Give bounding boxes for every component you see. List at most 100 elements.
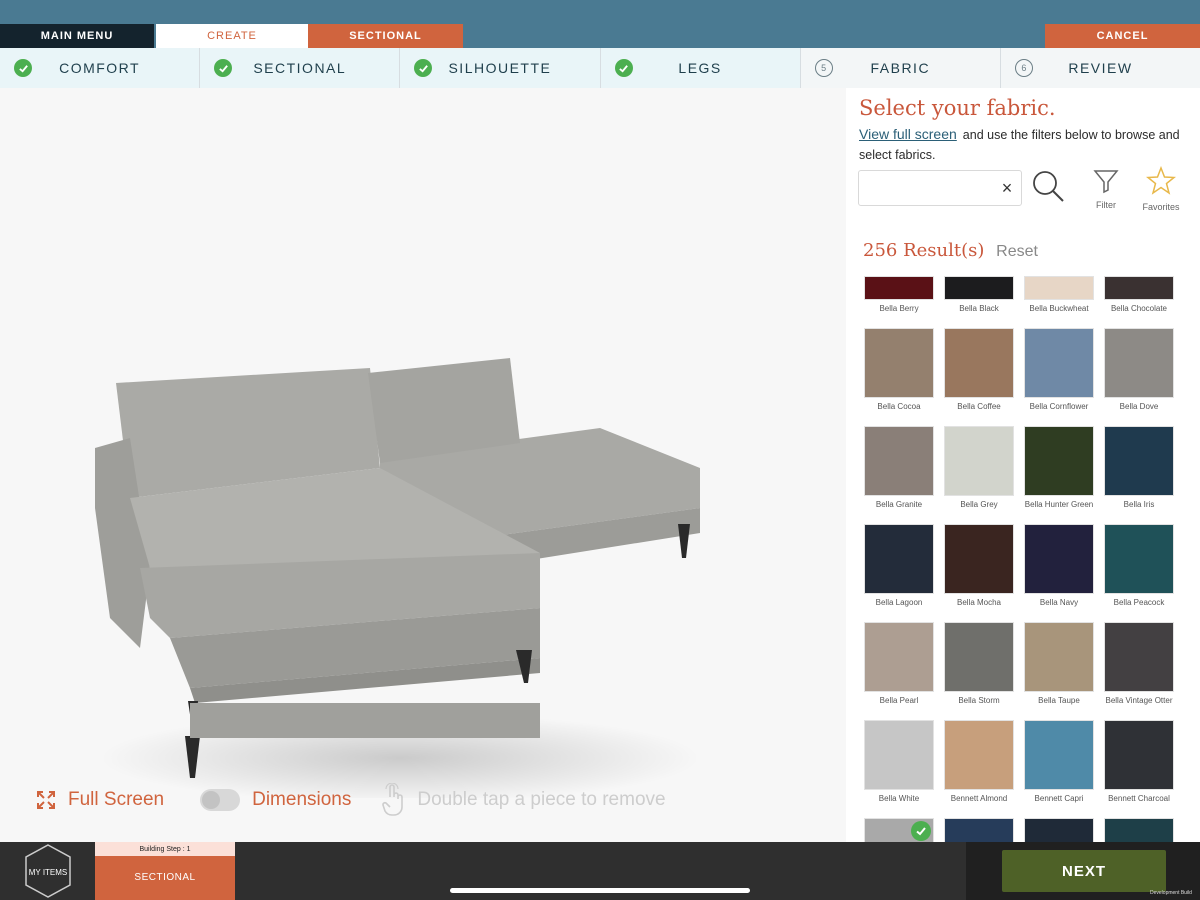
fabric-swatch[interactable]: Bella Navy: [1024, 524, 1094, 622]
swatch-color: [864, 524, 934, 594]
swatch-label: Bella Iris: [1123, 500, 1155, 509]
fabric-swatch[interactable]: Bella Black: [944, 276, 1014, 328]
step-sectional[interactable]: SECTIONAL: [200, 48, 401, 88]
swatch-label: Bella Cocoa: [877, 402, 921, 411]
swatch-row: Bella Lagoon Bella Mocha Bella Navy Bella P…: [864, 524, 1180, 622]
fabric-swatch[interactable]: Bennett Charcoal: [1104, 720, 1174, 818]
step-label: SECTIONAL: [253, 60, 347, 76]
full-screen-button[interactable]: Full Screen: [36, 789, 164, 811]
step-label: REVIEW: [1068, 60, 1133, 76]
swatch-label: Bella Dove: [1119, 402, 1159, 411]
fabric-swatch[interactable]: [864, 818, 934, 842]
swatch-color: [864, 622, 934, 692]
create-tab[interactable]: CREATE: [156, 24, 308, 48]
fabric-swatch[interactable]: [1104, 818, 1174, 842]
swatch-row: Bella Cocoa Bella Coffee Bella Cornflower B…: [864, 328, 1180, 426]
swatch-row: Bella Pearl Bella Storm Bella Taupe Bella V…: [864, 622, 1180, 720]
app-root: MAIN MENU CREATE SECTIONAL CANCEL COMFOR…: [0, 0, 1200, 900]
my-items-button[interactable]: MY ITEMS: [20, 842, 76, 900]
step-fabric[interactable]: 5 FABRIC: [800, 48, 1001, 88]
fabric-swatch[interactable]: Bella Peacock: [1104, 524, 1174, 622]
my-items-label: MY ITEMS: [29, 868, 68, 877]
swatch-label: Bella Lagoon: [875, 598, 923, 607]
fabric-swatch[interactable]: Bella Taupe: [1024, 622, 1094, 720]
fabric-swatch[interactable]: Bella Vintage Otter: [1104, 622, 1174, 720]
search-icon[interactable]: [1030, 168, 1066, 204]
check-icon: [14, 59, 32, 77]
sofa-model[interactable]: [80, 338, 720, 798]
fabric-swatch[interactable]: Bella Buckwheat: [1024, 276, 1094, 328]
cancel-button[interactable]: CANCEL: [1045, 24, 1200, 48]
reset-button[interactable]: Reset: [996, 243, 1038, 260]
swatch-color: [944, 818, 1014, 842]
building-step-indicator[interactable]: Building Step : 1 SECTIONAL: [95, 842, 235, 900]
double-tap-label: Double tap a piece to remove: [417, 789, 666, 810]
swatch-color: [1104, 328, 1174, 398]
results-number: 256: [863, 240, 898, 261]
swatch-color: [1104, 720, 1174, 790]
dimensions-toggle-group[interactable]: Dimensions: [164, 789, 351, 811]
fabric-swatch[interactable]: Bella Cornflower: [1024, 328, 1094, 426]
swatch-color: [1024, 328, 1094, 398]
double-tap-hint: Double tap a piece to remove: [381, 783, 666, 817]
sectional-tab[interactable]: SECTIONAL: [308, 24, 463, 48]
swatch-color: [944, 328, 1014, 398]
swatch-row: Bella White Bennett Almond Bennett Capri Be…: [864, 720, 1180, 818]
check-icon: [414, 59, 433, 77]
3d-viewer[interactable]: Full Screen Dimensions Double tap a piec…: [0, 88, 846, 842]
fabric-swatch[interactable]: [944, 818, 1014, 842]
step-legs[interactable]: LEGS: [600, 48, 801, 88]
swatch-color: [864, 328, 934, 398]
fabric-swatch[interactable]: Bella White: [864, 720, 934, 818]
swatch-color: [1024, 524, 1094, 594]
swatch-label: Bella White: [878, 794, 920, 803]
fabric-swatch[interactable]: Bennett Capri: [1024, 720, 1094, 818]
fabric-swatch[interactable]: Bella Chocolate: [1104, 276, 1174, 328]
view-full-screen-link[interactable]: View full screen: [859, 126, 957, 142]
swatch-label: Bella Berry: [879, 304, 919, 313]
step-label: LEGS: [678, 60, 722, 76]
fabric-swatch[interactable]: Bella Lagoon: [864, 524, 934, 622]
swatch-color: [1104, 818, 1174, 842]
fabric-swatch[interactable]: Bella Mocha: [944, 524, 1014, 622]
step-silhouette[interactable]: SILHOUETTE: [400, 48, 601, 88]
main-menu-button[interactable]: MAIN MENU: [0, 24, 154, 48]
swatch-color: [1104, 426, 1174, 496]
swatch-color: [1104, 276, 1174, 300]
fabric-swatch[interactable]: Bella Dove: [1104, 328, 1174, 426]
swatch-label: Bella Storm: [958, 696, 1000, 705]
fabric-swatch[interactable]: Bella Iris: [1104, 426, 1174, 524]
favorites-button[interactable]: Favorites: [1138, 165, 1184, 212]
swatch-color: [944, 426, 1014, 496]
star-icon: [1145, 165, 1177, 195]
step-review[interactable]: 6 REVIEW: [1000, 48, 1200, 88]
fabric-swatch[interactable]: Bella Grey: [944, 426, 1014, 524]
step-comfort[interactable]: COMFORT: [0, 48, 201, 88]
fabric-swatch[interactable]: Bella Storm: [944, 622, 1014, 720]
favorites-label: Favorites: [1142, 202, 1180, 212]
building-step-label: Building Step : 1: [95, 842, 235, 856]
home-indicator[interactable]: [450, 888, 750, 893]
fabric-panel: Select your fabric. View full screen and …: [846, 88, 1200, 842]
filter-button[interactable]: Filter: [1091, 168, 1121, 210]
fabric-swatch[interactable]: Bennett Almond: [944, 720, 1014, 818]
fabric-swatch[interactable]: Bella Coffee: [944, 328, 1014, 426]
swatch-color: [1024, 276, 1094, 300]
swatch-label: Bella Vintage Otter: [1105, 696, 1173, 705]
fabric-swatch[interactable]: [1024, 818, 1094, 842]
fabric-swatch[interactable]: Bella Granite: [864, 426, 934, 524]
fabric-search-input[interactable]: ×: [858, 170, 1022, 206]
swatch-label: Bella Peacock: [1113, 598, 1165, 607]
swatch-label: Bennett Charcoal: [1108, 794, 1170, 803]
next-button[interactable]: NEXT: [1002, 850, 1166, 892]
dimensions-toggle[interactable]: [200, 789, 241, 811]
swatch-color: [944, 524, 1014, 594]
dev-build-label: Development Build: [1150, 890, 1192, 896]
fabric-swatch[interactable]: Bella Berry: [864, 276, 934, 328]
clear-icon[interactable]: ×: [999, 179, 1015, 197]
fabric-swatch[interactable]: Bella Pearl: [864, 622, 934, 720]
dimensions-label: Dimensions: [252, 789, 352, 810]
fabric-swatch[interactable]: Bella Cocoa: [864, 328, 934, 426]
swatch-color: [864, 720, 934, 790]
fabric-swatch[interactable]: Bella Hunter Green: [1024, 426, 1094, 524]
